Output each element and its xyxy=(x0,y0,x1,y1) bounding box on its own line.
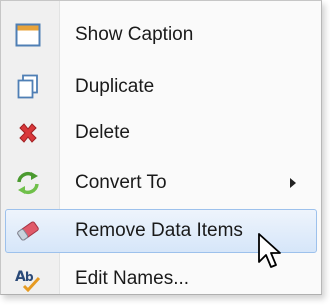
menu-item-label: Remove Data Items xyxy=(75,220,243,241)
menu-item-delete[interactable]: Delete xyxy=(5,111,317,155)
convert-arrows-icon xyxy=(14,169,42,197)
menu-item-label: Convert To xyxy=(75,172,167,193)
delete-x-icon xyxy=(14,119,42,147)
menu-item-label: Delete xyxy=(75,122,130,143)
caption-window-icon xyxy=(14,21,42,49)
menu-item-show-caption[interactable]: Show Caption xyxy=(5,13,317,57)
menu-item-duplicate[interactable]: Duplicate xyxy=(5,65,317,109)
menu-item-convert-to[interactable]: Convert To xyxy=(5,161,317,205)
submenu-arrow-icon xyxy=(290,178,296,188)
menu-item-label: Show Caption xyxy=(75,24,194,45)
menu-item-label: Duplicate xyxy=(75,76,155,97)
eraser-icon xyxy=(14,217,42,245)
menu-item-label: Edit Names... xyxy=(75,268,190,289)
duplicate-icon xyxy=(14,73,42,101)
svg-text:b: b xyxy=(25,270,34,284)
spellcheck-ab-icon: A b xyxy=(14,265,42,293)
mouse-pointer-icon xyxy=(257,232,283,272)
